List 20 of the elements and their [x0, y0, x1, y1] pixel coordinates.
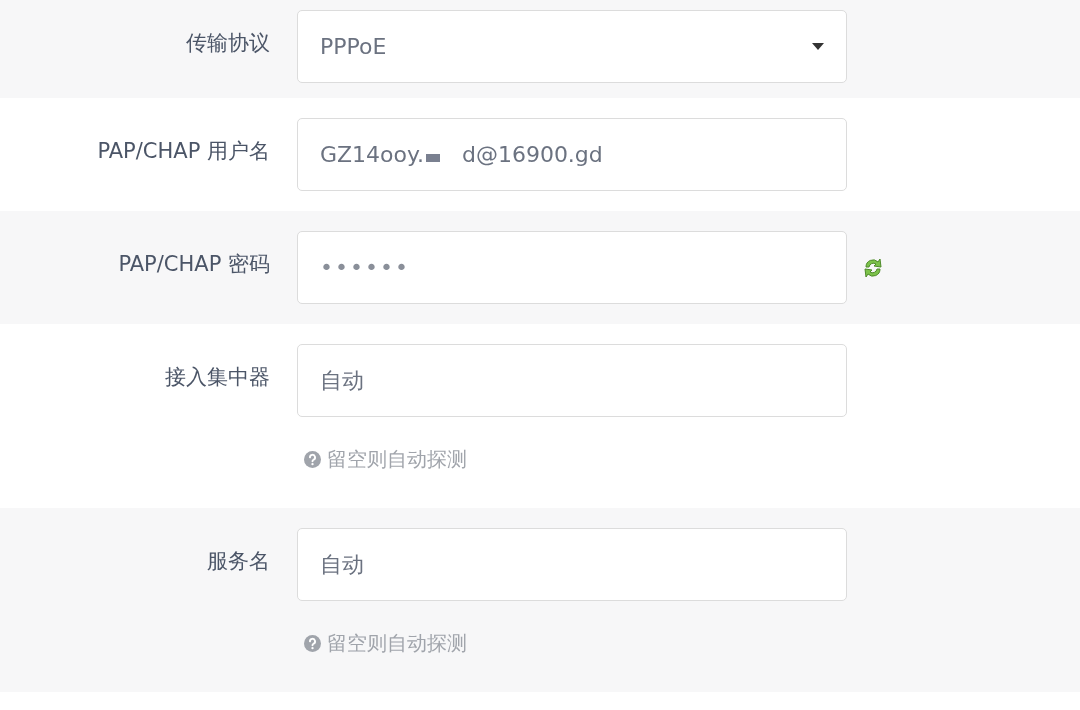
field-label: PAP/CHAP 用户名 [97, 137, 270, 165]
dropdown-caret-icon [812, 43, 824, 50]
field-label: 接入集中器 [165, 363, 270, 391]
help-icon [304, 450, 321, 468]
field-value: 自动 [320, 367, 364, 395]
protocol-select[interactable]: PPPoE [297, 10, 847, 83]
text-field[interactable]: 自动 [297, 344, 847, 417]
field-label: 传输协议 [186, 29, 270, 57]
field-label: PAP/CHAP 密码 [118, 250, 270, 278]
text-field[interactable]: 自动 [297, 528, 847, 601]
password-field[interactable]: •••••• [297, 231, 847, 304]
field-value: GZ14ooy. [320, 141, 424, 169]
text-field[interactable]: GZ14ooy. d@16900.gd [297, 118, 847, 191]
help-icon [304, 634, 321, 652]
field-value: 自动 [320, 551, 364, 579]
field-hint: 留空则自动探测 [327, 446, 467, 473]
field-value-end: d@16900.gd [461, 141, 603, 169]
field-label: 服务名 [207, 547, 270, 575]
field-hint: 留空则自动探测 [327, 630, 467, 657]
select-value: PPPoE [320, 33, 387, 61]
